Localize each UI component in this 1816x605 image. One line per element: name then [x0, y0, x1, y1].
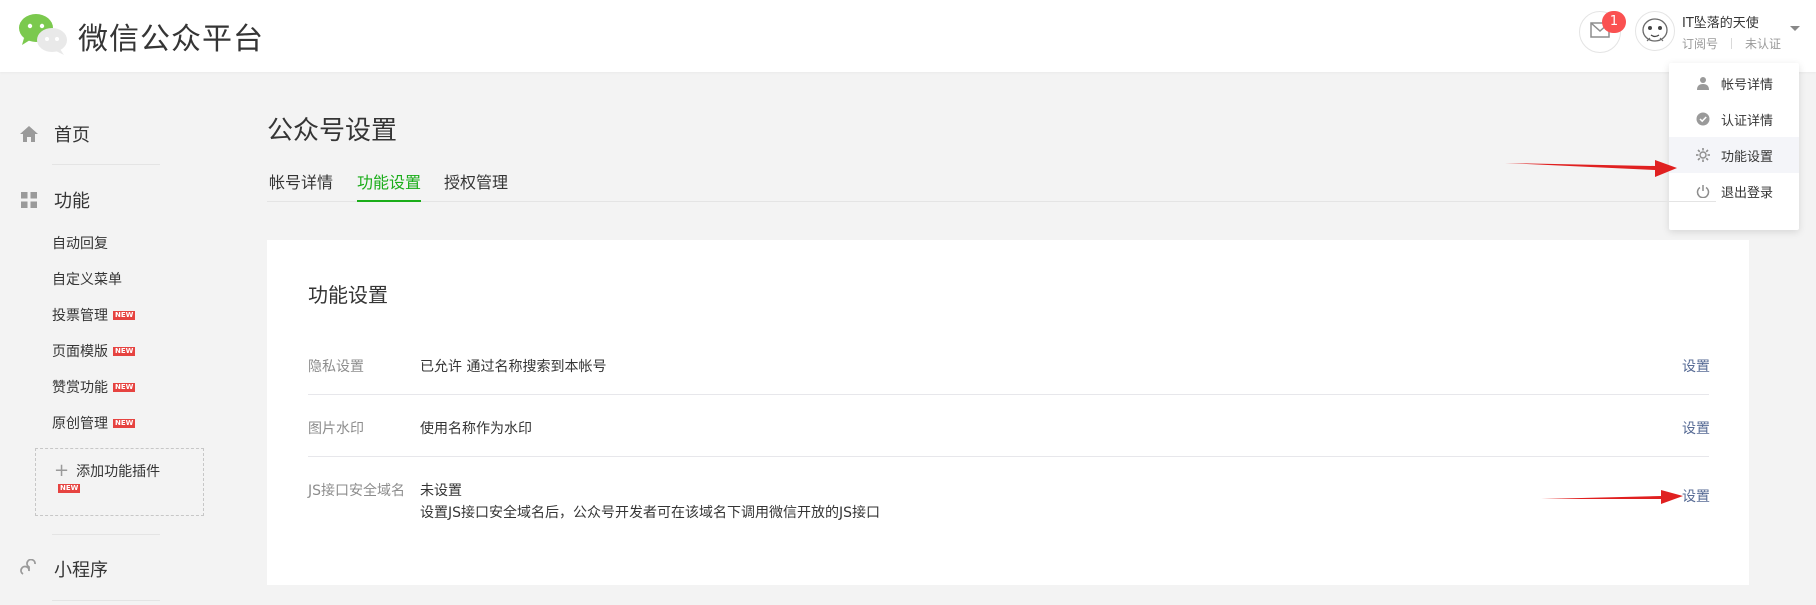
tab-feature-settings[interactable]: 功能设置: [357, 169, 422, 202]
add-plugin-row: + 添加功能插件: [54, 461, 160, 481]
divider: [52, 164, 160, 165]
sidebar-item-original[interactable]: 原创管理 NEW: [52, 413, 136, 433]
js-domain-value: 未设置: [420, 483, 462, 499]
annotation-arrow-icon: [1541, 490, 1683, 504]
sidebar-item-label: 赞赏功能: [52, 380, 108, 396]
sidebar-item-custom-menu[interactable]: 自定义菜单: [52, 269, 122, 289]
privacy-settings-link[interactable]: 设置: [1682, 356, 1710, 376]
tab-account-details[interactable]: 帐号详情: [269, 169, 333, 202]
watermark-settings-link[interactable]: 设置: [1682, 418, 1710, 438]
watermark-label: 图片水印: [308, 421, 364, 437]
new-badge: NEW: [113, 382, 136, 392]
sidebar-item-label: 功能: [54, 191, 90, 212]
chevron-down-icon[interactable]: [1790, 26, 1800, 31]
account-type: 订阅号: [1682, 37, 1719, 51]
privacy-value: 已允许 通过名称搜索到本帐号: [420, 359, 607, 375]
tab-bar: 帐号详情 功能设置 授权管理: [267, 160, 1716, 202]
js-domain-description: 设置JS接口安全域名后，公众号开发者可在该域名下调用微信开放的JS接口: [420, 505, 881, 521]
annotation-arrow-icon: [1505, 160, 1677, 177]
menu-item-label: 功能设置: [1721, 149, 1774, 165]
sidebar-item-reward[interactable]: 赞赏功能 NEW: [52, 377, 136, 397]
menu-item-label: 帐号详情: [1721, 77, 1774, 93]
sidebar-item-label: 自动回复: [52, 236, 108, 252]
add-plugin-button[interactable]: + 添加功能插件 NEW: [35, 448, 204, 516]
account-dropdown-menu: 帐号详情 认证详情 功能设置 退出登录: [1669, 63, 1799, 230]
sidebar-item-home[interactable]: 首页: [18, 121, 90, 147]
unread-badge: 1: [1602, 11, 1626, 33]
sidebar-item-label: 投票管理: [52, 308, 108, 324]
menu-item-label: 认证详情: [1721, 113, 1774, 129]
divider: [52, 600, 160, 601]
top-header: 微信公众平台 1 IT坠落的天使 订阅号 未认证: [0, 0, 1816, 72]
row-divider: [308, 456, 1709, 457]
sidebar: 首页 功能 自动回复 自定义菜单 投票管理 NEW 页面模版 NEW 赞赏功能 …: [0, 72, 230, 605]
js-domain-settings-link[interactable]: 设置: [1682, 486, 1710, 506]
verify-status: 未认证: [1745, 37, 1782, 51]
wechat-logo-icon[interactable]: [18, 12, 70, 56]
plus-icon: +: [54, 460, 70, 481]
sidebar-item-label: 原创管理: [52, 416, 108, 432]
new-badge: NEW: [113, 346, 136, 356]
watermark-value: 使用名称作为水印: [420, 421, 532, 437]
menu-item-label: 退出登录: [1721, 185, 1774, 201]
avatar[interactable]: [1635, 11, 1675, 51]
card-title: 功能设置: [308, 283, 388, 307]
sidebar-item-vote[interactable]: 投票管理 NEW: [52, 305, 136, 325]
user-icon: [1694, 74, 1712, 92]
sidebar-item-label: 自定义菜单: [52, 272, 122, 288]
check-circle-icon: [1694, 110, 1712, 128]
meta-divider: [1731, 38, 1733, 49]
sidebar-item-page-template[interactable]: 页面模版 NEW: [52, 341, 136, 361]
new-badge: NEW: [113, 310, 136, 320]
row-divider: [308, 394, 1709, 395]
divider: [52, 534, 160, 535]
sidebar-item-label: 首页: [54, 125, 90, 146]
menu-item-verify-details[interactable]: 认证详情: [1669, 101, 1799, 137]
grid-icon: [18, 189, 40, 211]
sidebar-item-label: 小程序: [54, 560, 108, 581]
page-title: 公众号设置: [267, 116, 398, 146]
sidebar-item-label: 页面模版: [52, 344, 108, 360]
home-icon: [18, 123, 40, 145]
settings-card: 功能设置 隐私设置 已允许 通过名称搜索到本帐号 设置 图片水印 使用名称作为水…: [267, 240, 1749, 585]
new-badge: NEW: [113, 418, 136, 428]
new-badge: NEW: [58, 484, 81, 493]
mini-program-icon: [18, 558, 40, 580]
sidebar-item-features[interactable]: 功能: [18, 187, 90, 213]
account-meta: 订阅号 未认证: [1682, 35, 1781, 52]
sidebar-item-auto-reply[interactable]: 自动回复: [52, 233, 108, 253]
js-domain-label: JS接口安全域名: [308, 483, 406, 499]
user-name[interactable]: IT坠落的天使: [1682, 12, 1759, 31]
sidebar-item-mini-program[interactable]: 小程序: [18, 556, 108, 582]
brand-title[interactable]: 微信公众平台: [78, 14, 264, 58]
menu-item-account-details[interactable]: 帐号详情: [1669, 65, 1799, 101]
tab-authorization[interactable]: 授权管理: [444, 169, 508, 202]
privacy-label: 隐私设置: [308, 359, 364, 375]
add-plugin-label: 添加功能插件: [76, 464, 161, 480]
